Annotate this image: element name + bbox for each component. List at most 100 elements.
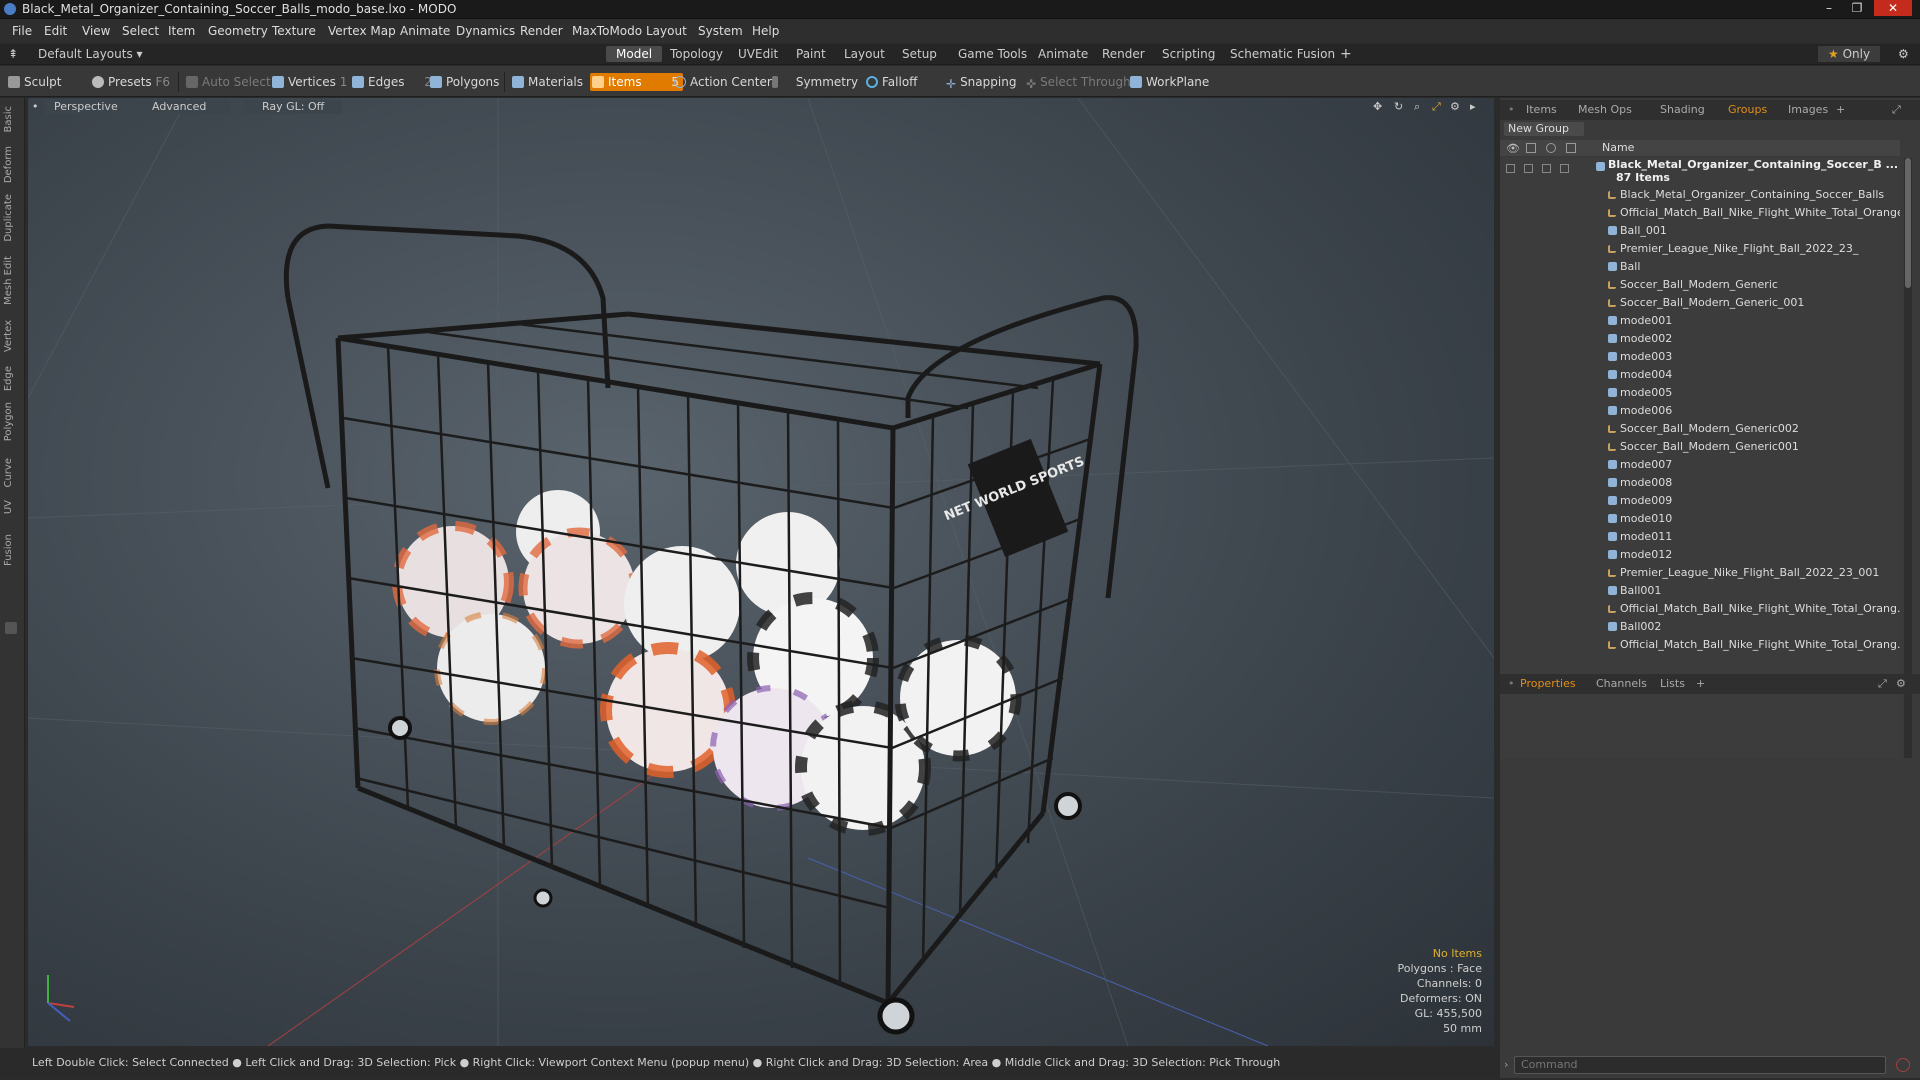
menu-animate[interactable]: Animate bbox=[400, 24, 450, 38]
menu-view[interactable]: View bbox=[82, 24, 110, 38]
tab-channels[interactable]: Channels bbox=[1596, 677, 1647, 690]
tree-row[interactable]: mode003 bbox=[1500, 348, 1900, 366]
tab-render[interactable]: Render bbox=[1092, 46, 1155, 62]
tab-topology[interactable]: Topology bbox=[660, 46, 733, 62]
tree-row[interactable]: Ball bbox=[1500, 258, 1900, 276]
properties-expand-icon[interactable]: ⤢ bbox=[1878, 677, 1887, 691]
layout-menu-icon[interactable]: ⇞ bbox=[4, 46, 28, 62]
fit-view-icon[interactable]: ⤢ bbox=[1432, 100, 1441, 114]
menu-select[interactable]: Select bbox=[122, 24, 159, 38]
tree-row[interactable]: Soccer_Ball_Modern_Generic002 bbox=[1500, 420, 1900, 438]
rotate-view-icon[interactable]: ↻ bbox=[1394, 100, 1403, 114]
tab-items[interactable]: Items bbox=[1526, 103, 1557, 116]
menu-texture[interactable]: Texture bbox=[272, 24, 316, 38]
tab-scripting[interactable]: Scripting bbox=[1152, 46, 1225, 62]
menu-vertex-map[interactable]: Vertex Map bbox=[328, 24, 396, 38]
vtab-fusion[interactable]: Fusion bbox=[3, 534, 14, 566]
command-line[interactable] bbox=[1514, 1056, 1887, 1074]
tree-row[interactable]: mode004 bbox=[1500, 366, 1900, 384]
tab-layout[interactable]: Layout bbox=[834, 46, 895, 62]
tab-animate[interactable]: Animate bbox=[1028, 46, 1098, 62]
materials-button[interactable]: Materials bbox=[512, 73, 583, 91]
tab-add-properties[interactable]: + bbox=[1696, 677, 1705, 690]
tree-row[interactable]: Official_Match_Ball_Nike_Flight_White_To… bbox=[1500, 600, 1900, 618]
groups-scrollbar[interactable] bbox=[1904, 158, 1912, 758]
properties-menu-icon[interactable]: • bbox=[1508, 677, 1515, 690]
shading-dropdown[interactable]: Advanced bbox=[128, 100, 231, 114]
auto-select-button[interactable]: Auto Select bbox=[186, 73, 271, 91]
tree-row[interactable]: Ball_001 bbox=[1500, 222, 1900, 240]
symmetry-button[interactable]: Symmetry bbox=[772, 73, 858, 91]
select-column-icon[interactable] bbox=[1566, 143, 1576, 153]
zoom-view-icon[interactable]: ⌕ bbox=[1414, 100, 1420, 114]
workplane-button[interactable]: WorkPlane bbox=[1130, 73, 1209, 91]
tab-images[interactable]: Images bbox=[1788, 103, 1828, 116]
menu-system[interactable]: System bbox=[698, 24, 743, 38]
menu-dynamics[interactable]: Dynamics bbox=[456, 24, 515, 38]
tab-shading[interactable]: Shading bbox=[1660, 103, 1705, 116]
default-layouts-dropdown[interactable]: Default Layouts ▾ bbox=[28, 46, 153, 62]
tree-row[interactable]: mode009 bbox=[1500, 492, 1900, 510]
render-toggle-icon[interactable] bbox=[1524, 164, 1533, 173]
move-view-icon[interactable]: ✥ bbox=[1373, 100, 1382, 114]
vtab-basic[interactable]: Basic bbox=[3, 106, 14, 132]
tree-row[interactable]: Soccer_Ball_Modern_Generic bbox=[1500, 276, 1900, 294]
vtab-curve[interactable]: Curve bbox=[3, 458, 14, 488]
falloff-button[interactable]: Falloff bbox=[866, 73, 917, 91]
tree-row[interactable]: mode010 bbox=[1500, 510, 1900, 528]
panel-menu-icon[interactable]: • bbox=[1508, 103, 1515, 116]
tab-uvedit[interactable]: UVEdit bbox=[728, 46, 788, 62]
tree-row[interactable]: Premier_League_Nike_Flight_Ball_2022_23_ bbox=[1500, 240, 1900, 258]
vtab-edge[interactable]: Edge bbox=[3, 366, 14, 391]
gear-icon[interactable]: ⚙ bbox=[1888, 46, 1919, 62]
menu-geometry[interactable]: Geometry bbox=[208, 24, 268, 38]
close-button[interactable]: ✕ bbox=[1874, 0, 1912, 16]
tab-schematic-fusion[interactable]: Schematic Fusion bbox=[1220, 46, 1345, 62]
tree-row[interactable]: Soccer_Ball_Modern_Generic_001 bbox=[1500, 294, 1900, 312]
tree-row[interactable]: mode002 bbox=[1500, 330, 1900, 348]
tree-row[interactable]: mode005 bbox=[1500, 384, 1900, 402]
tab-paint[interactable]: Paint bbox=[786, 46, 836, 62]
visibility-column-icon[interactable]: 👁 bbox=[1506, 142, 1520, 155]
tree-row[interactable]: Official_Match_Ball_Nike_Flight_White_To… bbox=[1500, 204, 1900, 222]
vtab-deform[interactable]: Deform bbox=[3, 146, 14, 183]
tab-lists[interactable]: Lists bbox=[1660, 677, 1685, 690]
items-button[interactable]: Items 5 bbox=[590, 73, 684, 91]
tree-row[interactable]: mode011 bbox=[1500, 528, 1900, 546]
tree-row[interactable]: Black_Metal_Organizer_Containing_Soccer_… bbox=[1500, 186, 1900, 204]
tree-row[interactable]: Ball002 bbox=[1500, 618, 1900, 636]
tab-model[interactable]: Model bbox=[606, 46, 663, 62]
presets-button[interactable]: Presets F6 bbox=[92, 73, 170, 91]
snapping-button[interactable]: ✛ Snapping bbox=[946, 73, 1016, 91]
render-column-icon[interactable] bbox=[1526, 143, 1536, 153]
tree-row[interactable]: Ball001 bbox=[1500, 582, 1900, 600]
minimize-button[interactable]: – bbox=[1816, 0, 1842, 16]
3d-viewport[interactable]: NET WORLD SPORTS • Perspective Advanced … bbox=[28, 98, 1494, 1046]
lock-column-icon[interactable] bbox=[1546, 143, 1556, 153]
tree-row[interactable]: Official_Match_Ball_Nike_Flight_White_To… bbox=[1500, 636, 1900, 654]
viewport-expand-icon[interactable]: ▸ bbox=[1470, 100, 1476, 114]
menu-render[interactable]: Render bbox=[520, 24, 563, 38]
only-toggle[interactable]: ★ Only bbox=[1818, 46, 1881, 62]
polygons-button[interactable]: Polygons bbox=[430, 73, 499, 91]
properties-gear-icon[interactable]: ⚙ bbox=[1896, 677, 1906, 690]
perspective-dropdown[interactable]: Perspective bbox=[44, 100, 128, 114]
vtab-vertex[interactable]: Vertex bbox=[3, 320, 14, 352]
raygl-toggle[interactable]: Ray GL: Off bbox=[244, 100, 343, 114]
tree-row[interactable]: mode008 bbox=[1500, 474, 1900, 492]
sculpt-button[interactable]: Sculpt bbox=[8, 73, 61, 91]
viewport-settings-icon[interactable]: ⚙ bbox=[1450, 100, 1460, 114]
group-root-row[interactable]: Black_Metal_Organizer_Containing_Soccer_… bbox=[1500, 158, 1900, 184]
tree-row[interactable]: mode007 bbox=[1500, 456, 1900, 474]
menu-help[interactable]: Help bbox=[752, 24, 779, 38]
maximize-button[interactable]: ❐ bbox=[1844, 0, 1870, 16]
add-tab-button[interactable]: + bbox=[1330, 46, 1362, 62]
vtab-mesh-edit[interactable]: Mesh Edit bbox=[3, 256, 14, 305]
panel-expand-icon[interactable]: ⤢ bbox=[1892, 103, 1901, 117]
tab-groups[interactable]: Groups bbox=[1728, 103, 1767, 116]
tab-properties[interactable]: Properties bbox=[1520, 677, 1576, 690]
command-stop-icon[interactable] bbox=[1896, 1058, 1910, 1072]
new-group-button[interactable]: New Group bbox=[1504, 122, 1584, 136]
expand-toggle-icon[interactable] bbox=[5, 622, 17, 634]
vtab-duplicate[interactable]: Duplicate bbox=[3, 194, 14, 242]
